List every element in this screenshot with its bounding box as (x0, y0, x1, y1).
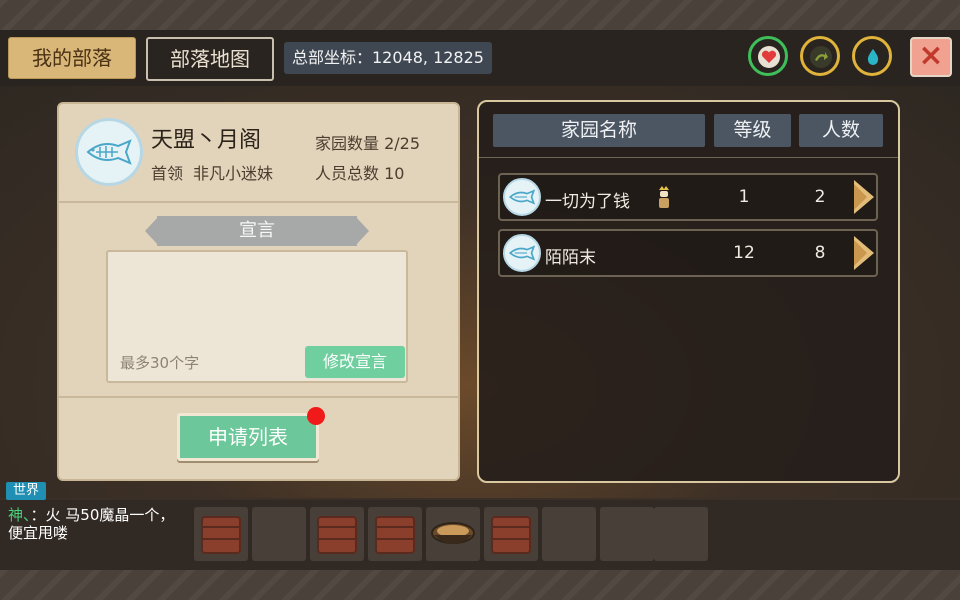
inventory-slot[interactable] (654, 507, 708, 561)
leader-label: 首领 (151, 164, 184, 183)
declaration-placeholder: 最多30个字 (120, 354, 200, 372)
top-decor-band (0, 0, 960, 34)
col-header-members: 人数 (799, 114, 883, 147)
food-bowl-icon (431, 522, 475, 544)
inventory-slot[interactable] (600, 507, 654, 561)
home-row[interactable]: 一切为了钱 1 2 (498, 173, 878, 221)
chat-speaker: 神、 (8, 506, 31, 524)
chevron-right-icon[interactable] (854, 180, 874, 214)
member-count: 人员总数 10 (315, 164, 405, 183)
home-list-panel: 家园名称 等级 人数 一切为了钱 1 2 陌陌末 12 8 (477, 100, 900, 483)
declaration-textbox[interactable]: 最多30个字 修改宣言 (106, 250, 408, 383)
chevron-right-icon[interactable] (854, 236, 874, 270)
inventory-slot[interactable] (542, 507, 596, 561)
hq-coordinates: 总部坐标：12048, 12825 (284, 42, 492, 74)
leader-crown-icon (655, 184, 673, 210)
fish-emblem-icon (503, 178, 541, 216)
chest-icon (375, 516, 415, 554)
water-icon (862, 46, 884, 68)
tribe-info-panel: 天盟丶月阁 首领 非凡小迷妹 家园数量 2/25 人员总数 10 宣言 最多30… (57, 102, 460, 481)
inventory-slot[interactable] (426, 507, 480, 561)
notification-badge (307, 407, 325, 425)
tab-tribe-map[interactable]: 部落地图 (146, 37, 274, 81)
chat-channel-tag[interactable]: 世界 (6, 482, 46, 500)
stamina-status[interactable] (800, 36, 840, 76)
inventory-slot[interactable] (310, 507, 364, 561)
inventory-slot[interactable] (484, 507, 538, 561)
home-members: 2 (814, 187, 826, 207)
chat-message-text: ：火 马50魔晶一个，便宜甩喽 (8, 506, 175, 542)
fish-emblem-icon (503, 234, 541, 272)
home-name: 陌陌末 (545, 248, 596, 268)
declaration-title: 宣言 (157, 216, 357, 246)
tribe-header: 天盟丶月阁 首领 非凡小迷妹 家园数量 2/25 人员总数 10 (59, 104, 458, 203)
apply-list-button[interactable]: 申请列表 (177, 413, 319, 461)
inventory-slot[interactable] (252, 507, 306, 561)
inventory-slot[interactable] (368, 507, 422, 561)
fish-emblem-icon (75, 118, 143, 186)
tribe-name: 天盟丶月阁 (151, 128, 262, 153)
col-header-level: 等级 (714, 114, 791, 147)
header-divider (479, 157, 898, 158)
leader-name: 非凡小迷妹 (193, 164, 274, 183)
home-level: 1 (738, 187, 750, 207)
water-status[interactable] (852, 36, 892, 76)
heart-status[interactable] (748, 36, 788, 76)
edit-declaration-button[interactable]: 修改宣言 (305, 346, 405, 378)
col-header-name: 家园名称 (493, 114, 705, 147)
home-members: 8 (814, 243, 826, 263)
close-icon: × (918, 38, 944, 73)
home-row[interactable]: 陌陌末 12 8 (498, 229, 878, 277)
chest-icon (491, 516, 531, 554)
stamina-icon (810, 46, 832, 68)
home-name: 一切为了钱 (545, 192, 630, 212)
tab-my-tribe[interactable]: 我的部落 (8, 37, 136, 79)
chest-icon (201, 516, 241, 554)
chat-message[interactable]: 神、：火 马50魔晶一个，便宜甩喽 (8, 506, 186, 542)
close-button[interactable]: × (910, 37, 952, 77)
chest-icon (317, 516, 357, 554)
bottom-decor-band (0, 570, 960, 600)
home-count: 家园数量 2/25 (315, 134, 421, 153)
inventory-slot[interactable] (194, 507, 248, 561)
panel-divider (59, 396, 458, 398)
home-level: 12 (733, 243, 755, 263)
heart-icon (758, 46, 780, 68)
